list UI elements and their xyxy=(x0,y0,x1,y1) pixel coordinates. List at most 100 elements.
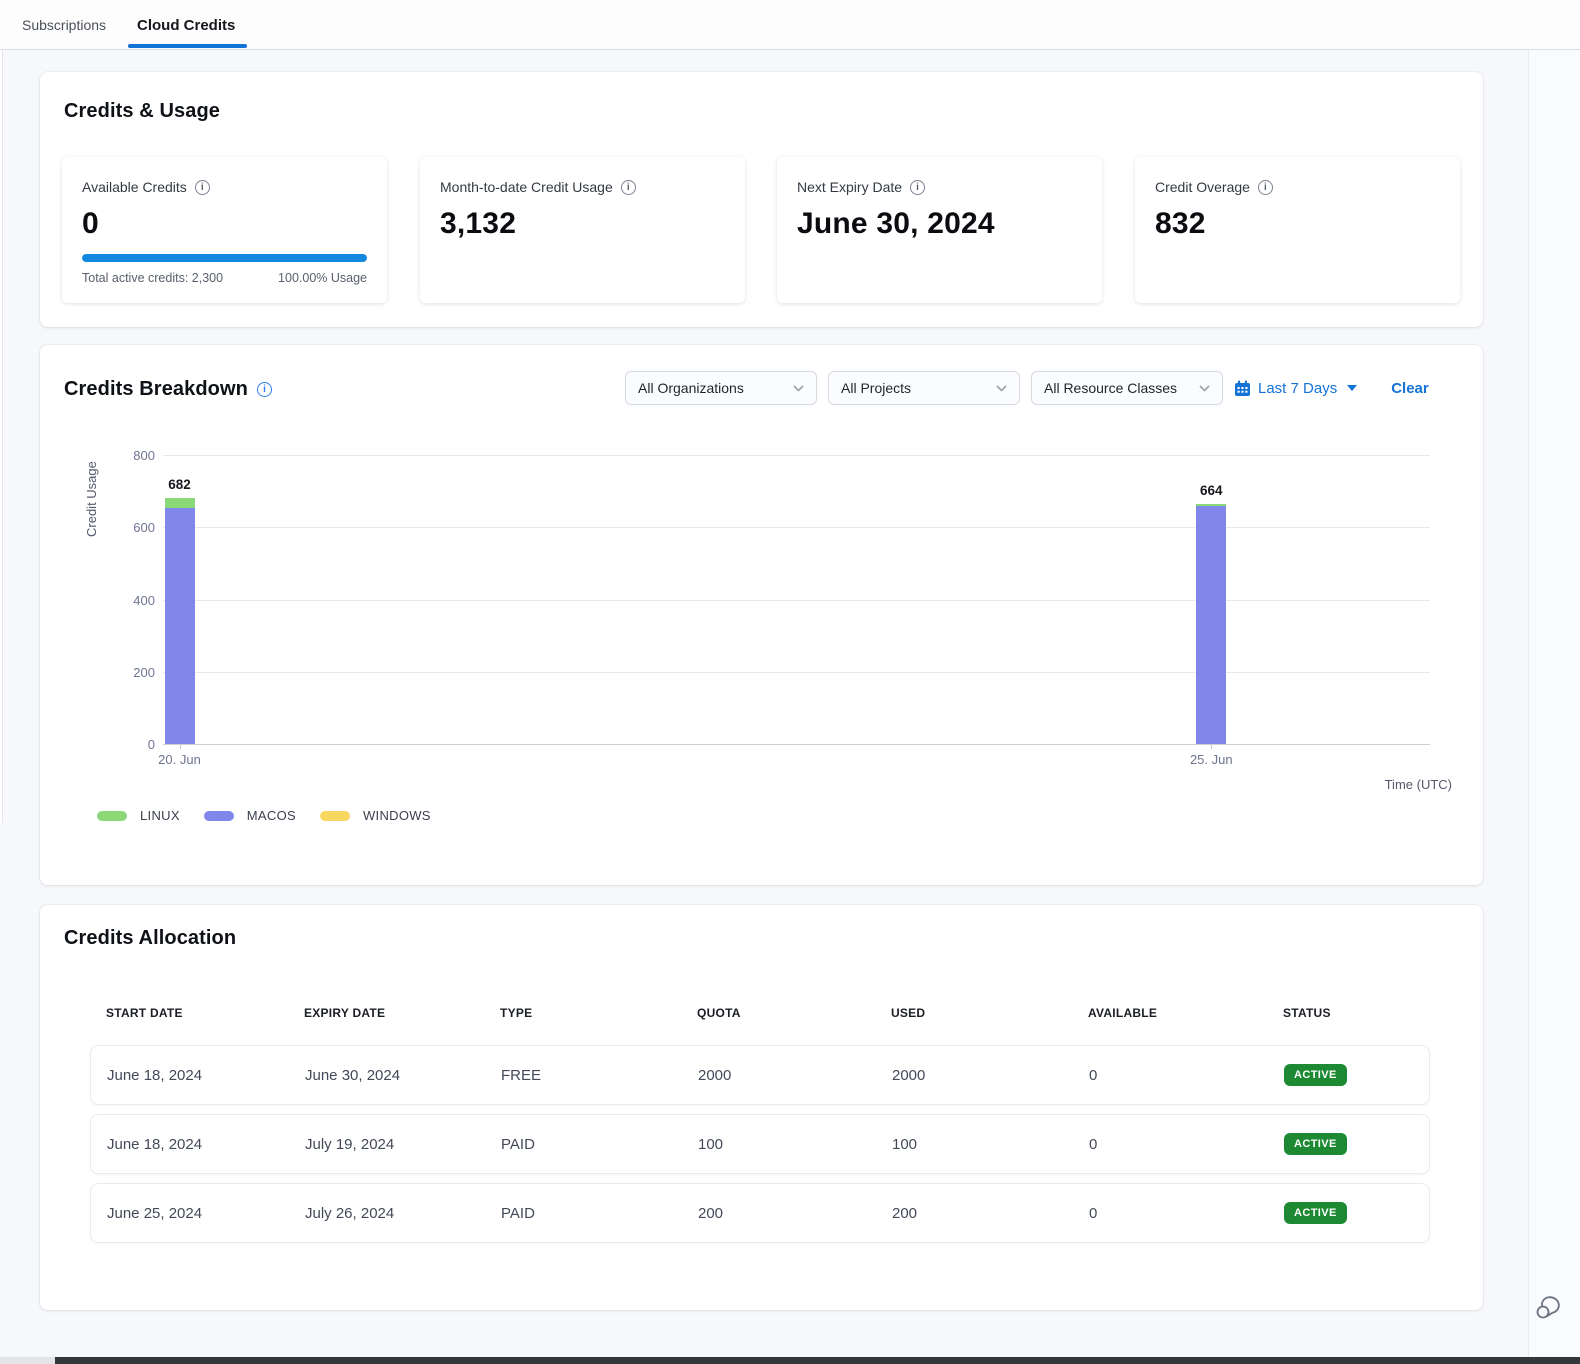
gridline xyxy=(163,672,1430,673)
cell-expiry-date: July 19, 2024 xyxy=(305,1136,501,1153)
credits-progress-bar xyxy=(82,254,367,262)
info-icon[interactable]: i xyxy=(1258,180,1273,195)
credits-progress-fill xyxy=(82,254,367,262)
credit-overage-label: Credit Overage xyxy=(1155,179,1250,195)
gridline xyxy=(163,455,1430,456)
col-quota: QUOTA xyxy=(697,1006,891,1020)
cell-start-date: June 25, 2024 xyxy=(107,1205,305,1222)
cell-start-date: June 18, 2024 xyxy=(107,1067,305,1084)
available-credits-value: 0 xyxy=(82,207,367,241)
available-credits-card: Available Credits i 0 Total active credi… xyxy=(62,157,387,303)
legend-swatch-linux xyxy=(97,811,127,821)
chart-plot-area: 682 664 xyxy=(163,455,1430,744)
cell-used: 2000 xyxy=(892,1067,1089,1084)
legend-label-macos: MACOS xyxy=(247,808,296,823)
cell-quota: 100 xyxy=(698,1136,892,1153)
col-start-date: START DATE xyxy=(106,1006,304,1020)
info-icon[interactable]: i xyxy=(195,180,210,195)
active-tab-indicator xyxy=(128,44,247,48)
credits-allocation-title: Credits Allocation xyxy=(64,927,236,950)
bar-value-label: 682 xyxy=(150,477,210,492)
cell-type: FREE xyxy=(501,1067,698,1084)
cell-type: PAID xyxy=(501,1136,698,1153)
window-bottom-bar xyxy=(0,1357,1580,1364)
x-axis-tickmark xyxy=(180,744,181,749)
credit-overage-card: Credit Overage i 832 xyxy=(1135,157,1460,303)
tab-cloud-credits[interactable]: Cloud Credits xyxy=(128,0,244,50)
credits-allocation-section: Credits Allocation START DATE EXPIRY DAT… xyxy=(40,905,1483,1310)
info-icon[interactable]: i xyxy=(910,180,925,195)
tab-subscriptions[interactable]: Subscriptions xyxy=(22,0,106,50)
legend-swatch-windows xyxy=(320,811,350,821)
bar-segment-linux[interactable] xyxy=(165,498,195,509)
col-type: TYPE xyxy=(500,1006,697,1020)
credits-breakdown-section: Credits Breakdown i All Organizations Al… xyxy=(40,345,1483,885)
x-axis-tickmark xyxy=(1211,744,1212,749)
bar-value-label: 664 xyxy=(1181,483,1241,498)
y-axis-tick: 0 xyxy=(80,737,155,752)
status-badge: ACTIVE xyxy=(1284,1202,1347,1224)
status-badge: ACTIVE xyxy=(1284,1133,1347,1155)
cell-available: 0 xyxy=(1089,1136,1284,1153)
gridline xyxy=(163,600,1430,601)
tab-cloud-credits-label: Cloud Credits xyxy=(137,17,235,34)
usage-percent: 100.00% Usage xyxy=(278,271,367,285)
x-axis-tick: 25. Jun xyxy=(1190,752,1233,767)
cell-type: PAID xyxy=(501,1205,698,1222)
col-status: STATUS xyxy=(1283,1006,1430,1020)
chart-bar[interactable]: 664 xyxy=(1196,455,1226,744)
x-axis-tick: 20. Jun xyxy=(158,752,201,767)
chart-legend: LINUX MACOS WINDOWS xyxy=(97,808,431,823)
cell-used: 100 xyxy=(892,1136,1089,1153)
cell-available: 0 xyxy=(1089,1205,1284,1222)
status-badge: ACTIVE xyxy=(1284,1064,1347,1086)
feedback-chat-icon[interactable] xyxy=(1532,1290,1566,1324)
mtd-usage-label: Month-to-date Credit Usage xyxy=(440,179,613,195)
bar-segment-macos[interactable] xyxy=(1196,506,1226,744)
next-expiry-value: June 30, 2024 xyxy=(797,207,1082,241)
legend-label-linux: LINUX xyxy=(140,808,180,823)
next-expiry-card: Next Expiry Date i June 30, 2024 xyxy=(777,157,1102,303)
cell-used: 200 xyxy=(892,1205,1089,1222)
cell-expiry-date: June 30, 2024 xyxy=(305,1067,501,1084)
credits-usage-title: Credits & Usage xyxy=(64,100,220,123)
left-panel-edge xyxy=(0,50,3,823)
total-active-credits: Total active credits: 2,300 xyxy=(82,271,223,285)
chart-bar[interactable]: 682 xyxy=(165,455,195,744)
cell-available: 0 xyxy=(1089,1067,1284,1084)
gridline xyxy=(163,527,1430,528)
col-available: AVAILABLE xyxy=(1088,1006,1283,1020)
mtd-usage-value: 3,132 xyxy=(440,207,725,241)
table-row: June 18, 2024 July 19, 2024 PAID 100 100… xyxy=(90,1114,1430,1174)
credits-usage-section: Credits & Usage Available Credits i 0 To… xyxy=(40,72,1483,327)
legend-swatch-macos xyxy=(204,811,234,821)
info-icon[interactable]: i xyxy=(621,180,636,195)
cell-quota: 200 xyxy=(698,1205,892,1222)
tab-subscriptions-label: Subscriptions xyxy=(22,17,106,33)
bar-segment-macos[interactable] xyxy=(165,508,195,744)
mtd-usage-card: Month-to-date Credit Usage i 3,132 xyxy=(420,157,745,303)
y-axis-tick: 200 xyxy=(80,665,155,680)
cloud-credits-page: Subscriptions Cloud Credits Credits & Us… xyxy=(0,0,1580,1364)
legend-item-windows[interactable]: WINDOWS xyxy=(320,808,431,823)
y-axis-tick: 400 xyxy=(80,593,155,608)
legend-item-macos[interactable]: MACOS xyxy=(204,808,296,823)
col-expiry-date: EXPIRY DATE xyxy=(304,1006,500,1020)
tab-bar: Subscriptions Cloud Credits xyxy=(0,0,1580,50)
y-axis-tick: 800 xyxy=(80,448,155,463)
chart-x-axis-title: Time (UTC) xyxy=(1385,777,1452,792)
cell-expiry-date: July 26, 2024 xyxy=(305,1205,501,1222)
table-row: June 18, 2024 June 30, 2024 FREE 2000 20… xyxy=(90,1045,1430,1105)
legend-label-windows: WINDOWS xyxy=(363,808,431,823)
table-row: June 25, 2024 July 26, 2024 PAID 200 200… xyxy=(90,1183,1430,1243)
right-scroll-gutter[interactable] xyxy=(1528,50,1580,1357)
next-expiry-label: Next Expiry Date xyxy=(797,179,902,195)
y-axis-tick: 600 xyxy=(80,520,155,535)
cell-quota: 2000 xyxy=(698,1067,892,1084)
credits-breakdown-chart: Credit Usage 682664 020040060080020. Jun… xyxy=(40,345,1483,885)
legend-item-linux[interactable]: LINUX xyxy=(97,808,180,823)
bar-segment-linux[interactable] xyxy=(1196,504,1226,505)
credit-overage-value: 832 xyxy=(1155,207,1440,241)
cell-start-date: June 18, 2024 xyxy=(107,1136,305,1153)
gridline xyxy=(163,744,1430,745)
